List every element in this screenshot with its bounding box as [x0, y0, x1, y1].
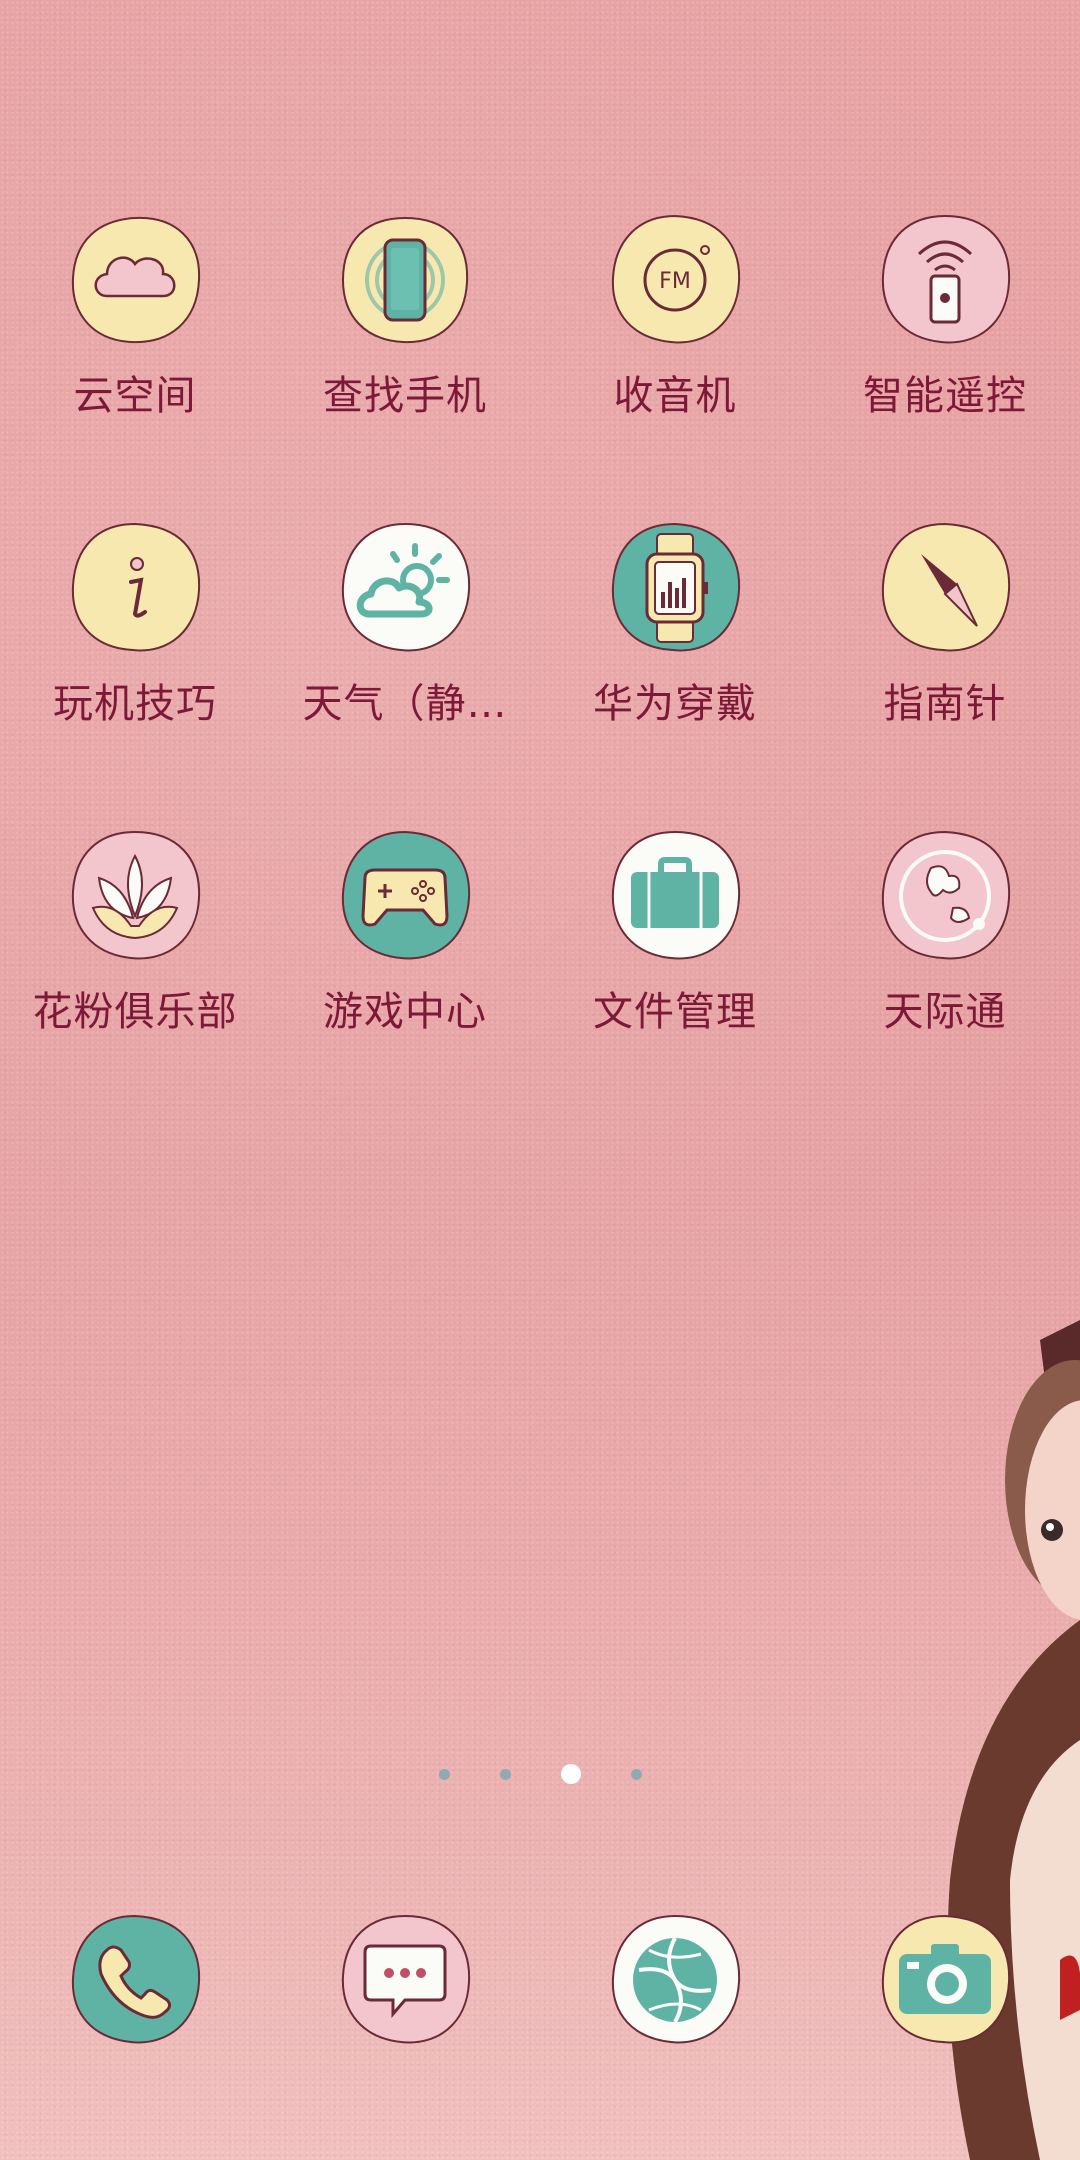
app-club[interactable]: 花粉俱乐部 [15, 826, 255, 1036]
compass-icon [875, 518, 1015, 658]
dock-camera[interactable] [825, 1910, 1065, 2050]
browser-icon [605, 1910, 745, 2050]
lotus-club-icon [65, 826, 205, 966]
cloud-icon [65, 210, 205, 350]
camera-icon [875, 1910, 1015, 2050]
svg-text:FM: FM [659, 269, 691, 294]
app-label: 文件管理 [593, 989, 757, 1035]
gamepad-icon [335, 826, 475, 966]
app-radio[interactable]: FM 收音机 [555, 210, 795, 420]
page-dot[interactable] [499, 1768, 511, 1780]
page-dot[interactable] [630, 1768, 642, 1780]
app-cloud-space[interactable]: 云空间 [15, 210, 255, 420]
remote-control-icon [875, 210, 1015, 350]
app-skytone[interactable]: 天际通 [825, 826, 1065, 1036]
dock-browser[interactable] [555, 1910, 795, 2050]
app-label: 游戏中心 [323, 989, 487, 1035]
app-label: 花粉俱乐部 [32, 989, 238, 1035]
app-label: 天际通 [883, 989, 1007, 1035]
app-label: 云空间 [73, 373, 197, 419]
app-label: 天气（静… [302, 681, 508, 727]
smartwatch-icon [605, 518, 745, 658]
find-phone-icon [335, 210, 475, 350]
briefcase-files-icon [605, 826, 745, 966]
app-game-center[interactable]: 游戏中心 [285, 826, 525, 1036]
app-label: 华为穿戴 [593, 681, 757, 727]
app-find-phone[interactable]: 查找手机 [285, 210, 525, 420]
weather-icon [335, 518, 475, 658]
app-weather[interactable]: 天气（静… [285, 518, 525, 728]
app-label: 收音机 [613, 373, 737, 419]
page-dot[interactable] [438, 1768, 450, 1780]
page-indicator[interactable] [0, 1764, 1080, 1784]
app-label: 指南针 [883, 681, 1007, 727]
app-tips[interactable]: 玩机技巧 [15, 518, 255, 728]
app-smart-remote[interactable]: 智能遥控 [825, 210, 1065, 420]
page-dot-active[interactable] [560, 1764, 581, 1784]
phone-icon [65, 1910, 205, 2050]
fm-radio-icon: FM [605, 210, 745, 350]
dock-phone[interactable] [15, 1910, 255, 2050]
globe-roaming-icon [875, 826, 1015, 966]
info-tips-icon [65, 518, 205, 658]
app-label: 玩机技巧 [53, 681, 217, 727]
app-label: 智能遥控 [863, 373, 1027, 419]
messages-icon [335, 1910, 475, 2050]
dock-messages[interactable] [285, 1910, 525, 2050]
app-compass[interactable]: 指南针 [825, 518, 1065, 728]
app-huawei-wear[interactable]: 华为穿戴 [555, 518, 795, 728]
app-file-manager[interactable]: 文件管理 [555, 826, 795, 1036]
app-label: 查找手机 [323, 373, 487, 419]
